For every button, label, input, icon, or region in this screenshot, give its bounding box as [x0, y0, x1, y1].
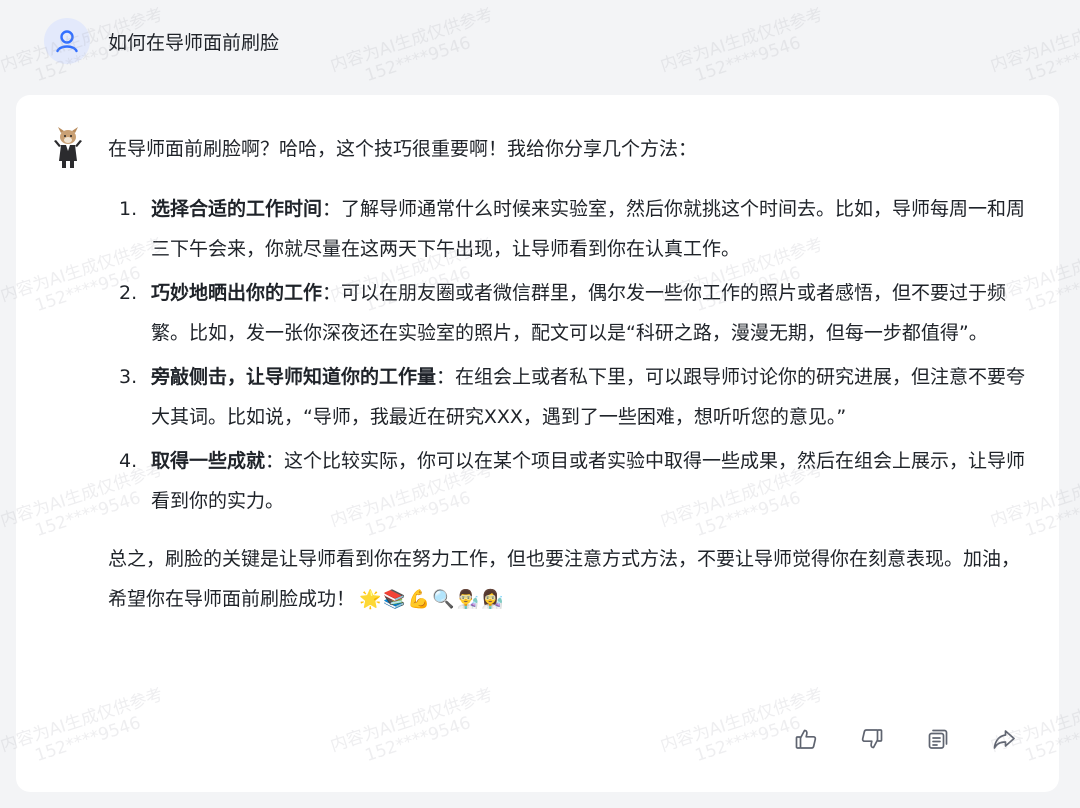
bot-avatar-image — [54, 127, 82, 168]
list-item-title: 取得一些成就 — [151, 450, 266, 472]
list-item-number: 1. — [119, 198, 138, 220]
list-item-title: 旁敲侧击，让导师知道你的工作量 — [151, 366, 437, 388]
list-item-number: 2. — [119, 282, 138, 304]
user-icon — [56, 30, 78, 53]
answer-summary: 总之，刷脸的关键是让导师看到你在努力工作，但也要注意方式方法，不要让导师觉得你在… — [108, 539, 1038, 620]
list-item: 2. 巧妙地晒出你的工作：可以在朋友圈或者微信群里，偶尔发一些你工作的照片或者感… — [108, 273, 1038, 353]
answer-content: 在导师面前刷脸啊？哈哈，这个技巧很重要啊！我给你分享几个方法： 1. 选择合适的… — [108, 129, 1038, 620]
watermark-text: 内容为AI生成仅供参考152****9546 — [657, 4, 826, 86]
thumbs-up-icon — [795, 729, 817, 749]
list-item-body: 选择合适的工作时间：了解导师通常什么时候来实验室，然后你就挑这个时间去。比如，导… — [151, 189, 1027, 269]
list-item-number: 4. — [119, 450, 138, 472]
share-icon — [993, 730, 1015, 749]
list-item-title: 巧妙地晒出你的工作 — [151, 282, 323, 304]
user-avatar — [44, 18, 90, 64]
share-button[interactable] — [991, 726, 1017, 752]
like-button[interactable] — [793, 726, 819, 752]
emoji-sequence: 🌟📚💪🔍👨‍🔬👩‍🔬 — [359, 589, 506, 610]
copy-button[interactable] — [925, 726, 951, 752]
watermark-text: 内容为AI生成仅供参考152****9546 — [327, 4, 496, 86]
list-item-title: 选择合适的工作时间 — [151, 198, 323, 220]
list-item-text: ：这个比较实际，你可以在某个项目或者实验中取得一些成果，然后在组会上展示，让导师… — [151, 450, 1026, 512]
list-item: 1. 选择合适的工作时间：了解导师通常什么时候来实验室，然后你就挑这个时间去。比… — [108, 189, 1038, 269]
bot-avatar — [52, 125, 84, 169]
list-item: 3. 旁敲侧击，让导师知道你的工作量：在组会上或者私下里，可以跟导师讨论你的研究… — [108, 357, 1038, 437]
answer-card: 在导师面前刷脸啊？哈哈，这个技巧很重要啊！我给你分享几个方法： 1. 选择合适的… — [16, 95, 1059, 792]
thumbs-down-icon — [861, 729, 883, 749]
list-item: 4. 取得一些成就：这个比较实际，你可以在某个项目或者实验中取得一些成果，然后在… — [108, 441, 1038, 521]
copy-icon — [928, 729, 948, 749]
watermark-text: 内容为AI生成仅供参考152****9546 — [987, 4, 1080, 86]
dislike-button[interactable] — [859, 726, 885, 752]
list-item-number: 3. — [119, 366, 138, 388]
answer-intro: 在导师面前刷脸啊？哈哈，这个技巧很重要啊！我给你分享几个方法： — [108, 138, 698, 160]
user-message-row: 如何在导师面前刷脸 — [44, 18, 279, 64]
list-item-body: 取得一些成就：这个比较实际，你可以在某个项目或者实验中取得一些成果，然后在组会上… — [151, 441, 1027, 521]
list-item-body: 旁敲侧击，让导师知道你的工作量：在组会上或者私下里，可以跟导师讨论你的研究进展，… — [151, 357, 1027, 437]
list-item-body: 巧妙地晒出你的工作：可以在朋友圈或者微信群里，偶尔发一些你工作的照片或者感悟，但… — [151, 273, 1027, 353]
user-question: 如何在导师面前刷脸 — [108, 31, 280, 54]
tips-list: 1. 选择合适的工作时间：了解导师通常什么时候来实验室，然后你就挑这个时间去。比… — [108, 189, 1038, 521]
message-actions — [793, 726, 1017, 752]
summary-text: 总之，刷脸的关键是让导师看到你在努力工作，但也要注意方式方法，不要让导师觉得你在… — [108, 548, 1021, 610]
